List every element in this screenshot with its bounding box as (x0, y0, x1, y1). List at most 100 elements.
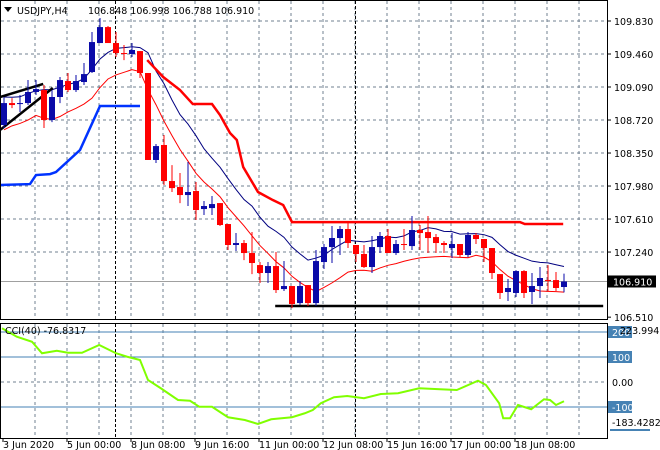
candle-bull (73, 81, 79, 91)
candle-bull (57, 80, 63, 98)
time-tick-label: 12 Jun 08:00 (323, 440, 383, 450)
time-tick-label: 15 Jun 16:00 (387, 440, 447, 450)
price-tick-label: 107.240 (614, 248, 653, 259)
price-tick-label: 109.830 (614, 17, 653, 28)
candle-bull (89, 42, 95, 73)
ohlc-values: 106.848 106.998 106.788 106.910 (88, 6, 254, 17)
candlesticks[interactable] (1, 18, 567, 309)
candle-bear (65, 81, 71, 91)
ma-fast-line (3, 69, 565, 293)
candle-bull (81, 74, 87, 83)
cci-grid (1, 324, 607, 438)
candle-bear (41, 90, 47, 121)
candle-bear (521, 271, 527, 293)
candle-bear (137, 51, 143, 74)
candle-bear (257, 265, 263, 274)
cci-max-label: 223.9947 (620, 326, 660, 337)
candle-bull (409, 230, 415, 247)
cci-min-label: -183.4282 (612, 418, 660, 429)
price-tick-label: 106.510 (614, 313, 653, 324)
candle-bear (425, 232, 431, 239)
candle-bear (217, 203, 223, 226)
candle-bear (489, 248, 495, 274)
time-tick-label: 18 Jun 08:00 (515, 440, 575, 450)
candle-bull (129, 49, 135, 55)
candle-bear (473, 235, 479, 240)
candle-bear (249, 253, 255, 264)
candle-bull (201, 206, 207, 210)
candle-bull (393, 244, 399, 254)
price-tick-label: 108.720 (614, 116, 653, 127)
candle-bull (49, 97, 55, 121)
candle-bull (329, 238, 335, 248)
cci-title: CCI(40) -76.8317 (5, 326, 86, 337)
candle-bull (321, 247, 327, 263)
candle-bear (345, 229, 351, 244)
cci-level-label: 0.00 (612, 378, 633, 389)
time-tick-label: 17 Jun 00:00 (451, 440, 511, 450)
candle-bear (9, 103, 15, 106)
candle-bull (537, 278, 543, 287)
candle-bear (177, 187, 183, 196)
time-tick-label: 8 Jun 08:00 (131, 440, 185, 450)
candle-bear (193, 191, 199, 211)
candle-bull (505, 287, 511, 293)
cci-level-label: 100 (612, 353, 630, 364)
time-tick-label: 11 Jun 00:00 (259, 440, 319, 450)
candle-bear (145, 73, 151, 160)
candle-bull (465, 235, 471, 255)
candle-bull (561, 281, 567, 288)
candle-bull (337, 229, 343, 239)
current-price-label: 106.910 (613, 277, 652, 288)
candle-bear (353, 244, 359, 255)
candle-bear (241, 243, 247, 254)
chart-canvas: 109.830 109.460 109.090 108.720 108.350 107.9… (0, 0, 660, 450)
candle-bear (553, 280, 559, 288)
price-tick-label: 109.090 (614, 83, 653, 94)
candle-bull (377, 235, 383, 248)
candle-bull (529, 286, 535, 293)
candle-bull (25, 92, 31, 104)
candle-bear (497, 274, 503, 293)
candle-bull (33, 89, 39, 93)
candle-bear (289, 286, 295, 305)
time-tick-label: 3 Jun 2020 (3, 440, 54, 450)
candle-bear (121, 53, 127, 55)
time-tick-label: 9 Jun 16:00 (195, 440, 249, 450)
candle-bear (417, 230, 423, 234)
price-tick-label: 107.980 (614, 182, 653, 193)
triangle-down-icon[interactable] (4, 7, 12, 12)
symbol-label: USDJPY,H4 (17, 6, 68, 17)
ma-slow-line (3, 46, 565, 267)
time-tick-label: 5 Jun 00:00 (67, 440, 121, 450)
candle-bear (401, 244, 407, 246)
cci-level-label: -100 (612, 403, 634, 414)
price-tick-label: 109.460 (614, 50, 653, 61)
trailing-stop-blue (0, 104, 140, 187)
candle-bear (161, 144, 167, 182)
candle-bull (369, 247, 375, 268)
candle-bear (361, 254, 367, 268)
candle-bear (385, 235, 391, 254)
candle-bear (481, 239, 487, 249)
cci-line (1, 327, 565, 426)
candle-bear (457, 244, 463, 255)
candle-bull (209, 204, 215, 209)
candle-bear (105, 27, 111, 44)
candle-bear (169, 181, 175, 189)
candle-bull (17, 103, 23, 105)
candle-bear (545, 279, 551, 282)
candle-bull (281, 286, 287, 290)
candle-bear (225, 224, 231, 245)
candle-bull (265, 266, 271, 274)
candle-bull (233, 243, 239, 245)
candle-bull (1, 103, 7, 126)
price-tick-label: 107.610 (614, 215, 653, 226)
candle-bull (185, 192, 191, 196)
candle-bull (297, 286, 303, 304)
candle-bull (449, 244, 455, 249)
candle-bear (305, 285, 311, 304)
candle-bear (113, 43, 119, 54)
candle-bull (513, 271, 519, 293)
cci-pane-frame (0, 323, 608, 439)
